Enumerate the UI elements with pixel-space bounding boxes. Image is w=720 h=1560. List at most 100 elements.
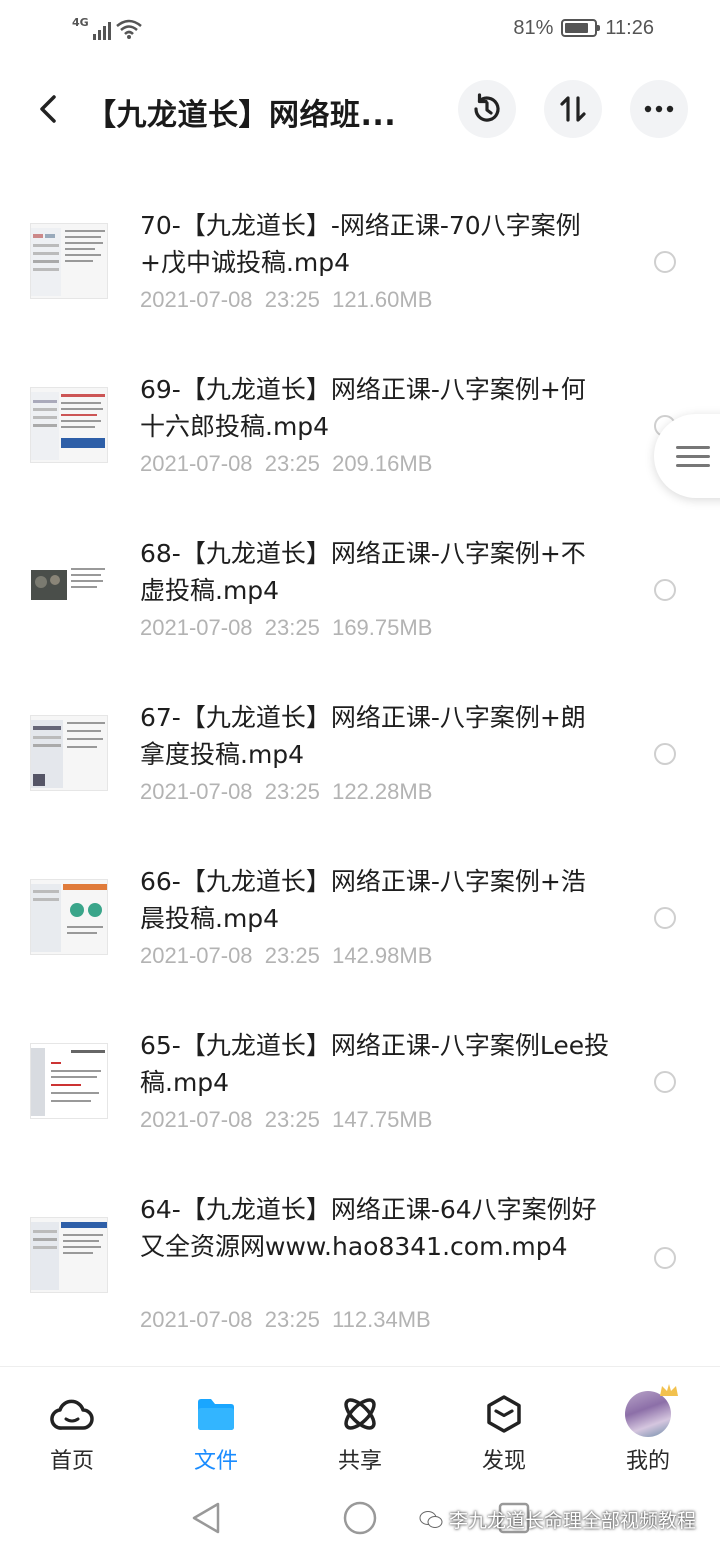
network-indicators: 4G (72, 14, 143, 40)
file-name: 66-【九龙道长】网络正课-八字案例+浩晨投稿.mp4 (140, 867, 586, 933)
history-button[interactable] (458, 80, 516, 138)
file-name: 69-【九龙道长】网络正课-八字案例+何十六郎投稿.mp4 (140, 375, 586, 441)
more-button[interactable] (630, 80, 688, 138)
file-item[interactable]: 64-【九龙道长】网络正课-64八字案例好又全资源网www.hao8341.co… (0, 1159, 720, 1359)
share-atom-icon (337, 1391, 383, 1437)
watermark: 李九龙道长命理全部视频教程 (419, 1506, 696, 1533)
file-date: 2021-07-08 (140, 451, 253, 476)
status-right: 81% 11:26 (513, 14, 654, 42)
video-thumbnail (30, 551, 108, 627)
select-radio[interactable] (654, 907, 676, 929)
file-meta: 2021-07-08 23:25 147.75MB (140, 1107, 432, 1133)
page-title: 【九龙道长】网络班... (86, 98, 397, 133)
status-bar: 4G 81% 11:26 (0, 0, 720, 56)
menu-icon (676, 440, 710, 473)
cloud-icon (49, 1391, 95, 1437)
file-meta: 2021-07-08 23:25 209.16MB (140, 451, 432, 477)
video-thumbnail (30, 1043, 108, 1119)
file-item[interactable]: 70-【九龙道长】-网络正课-70八字案例+戊中诚投稿.mp4 2021-07-… (0, 175, 720, 339)
wifi-icon (115, 19, 142, 39)
nav-discover[interactable]: 发现 (432, 1367, 576, 1478)
watermark-text: 李九龙道长命理全部视频教程 (448, 1510, 696, 1532)
file-date: 2021-07-08 (140, 1107, 253, 1132)
file-time: 23:25 (264, 287, 320, 312)
file-date: 2021-07-08 (140, 287, 253, 312)
file-size: 112.34MB (332, 1307, 431, 1332)
file-item[interactable]: 69-【九龙道长】网络正课-八字案例+何十六郎投稿.mp4 2021-07-08… (0, 339, 720, 503)
chevron-left-icon (40, 95, 56, 123)
nav-label: 我的 (625, 1449, 670, 1474)
file-name: 64-【九龙道长】网络正课-64八字案例好又全资源网www.hao8341.co… (140, 1195, 597, 1261)
nav-profile-icon (625, 1384, 678, 1437)
wechat-icon (419, 1510, 443, 1528)
file-size: 121.60MB (332, 287, 433, 312)
nav-share[interactable]: 共享 (288, 1367, 432, 1478)
system-nav-bar: 李九龙道长命理全部视频教程 (0, 1478, 720, 1560)
file-date: 2021-07-08 (140, 615, 253, 640)
back-button[interactable] (24, 84, 74, 134)
file-time: 23:25 (264, 1107, 320, 1132)
file-item[interactable]: 65-【九龙道长】网络正课-八字案例Lee投稿.mp4 2021-07-08 2… (0, 995, 720, 1159)
video-thumbnail (30, 879, 108, 955)
nav-label: 文件 (193, 1449, 238, 1474)
file-size: 147.75MB (332, 1107, 433, 1132)
file-name: 70-【九龙道长】-网络正课-70八字案例+戊中诚投稿.mp4 (140, 211, 581, 277)
file-name: 67-【九龙道长】网络正课-八字案例+朗拿度投稿.mp4 (140, 703, 586, 769)
file-meta: 2021-07-08 23:25 112.34MB (140, 1307, 431, 1333)
file-meta: 2021-07-08 23:25 142.98MB (140, 943, 432, 969)
file-size: 142.98MB (332, 943, 433, 968)
file-meta: 2021-07-08 23:25 169.75MB (140, 615, 432, 641)
sort-icon (560, 96, 586, 122)
file-time: 23:25 (264, 943, 320, 968)
file-time: 23:25 (264, 1307, 320, 1332)
file-time: 23:25 (264, 615, 320, 640)
system-home-icon[interactable] (340, 1498, 380, 1538)
signal-icon (92, 20, 111, 40)
file-meta: 2021-07-08 23:25 121.60MB (140, 287, 432, 313)
file-name: 68-【九龙道长】网络正课-八字案例+不虚投稿.mp4 (140, 539, 586, 605)
file-date: 2021-07-08 (140, 943, 253, 968)
discover-cube-icon (481, 1391, 527, 1437)
folder-icon (193, 1391, 239, 1437)
file-size: 169.75MB (332, 615, 433, 640)
select-radio[interactable] (654, 1247, 676, 1269)
select-radio[interactable] (654, 579, 676, 601)
network-type: 4G (72, 16, 89, 29)
battery-fill (565, 23, 589, 33)
nav-label: 发现 (481, 1449, 526, 1474)
select-radio[interactable] (654, 743, 676, 765)
file-date: 2021-07-08 (140, 1307, 253, 1332)
file-size: 209.16MB (332, 451, 433, 476)
sort-button[interactable] (544, 80, 602, 138)
file-item[interactable]: 66-【九龙道长】网络正课-八字案例+浩晨投稿.mp4 2021-07-08 2… (0, 831, 720, 995)
select-radio[interactable] (654, 1071, 676, 1093)
nav-label: 共享 (337, 1449, 382, 1474)
video-thumbnail (30, 223, 108, 299)
file-time: 23:25 (264, 451, 320, 476)
select-radio[interactable] (654, 251, 676, 273)
file-name: 65-【九龙道长】网络正课-八字案例Lee投稿.mp4 (140, 1031, 610, 1097)
battery-icon (561, 19, 601, 37)
file-date: 2021-07-08 (140, 779, 253, 804)
video-thumbnail (30, 715, 108, 791)
video-thumbnail (30, 387, 108, 463)
nav-home[interactable]: 首页 (0, 1367, 144, 1478)
crown-icon (660, 1384, 678, 1396)
file-item[interactable]: 68-【九龙道长】网络正课-八字案例+不虚投稿.mp4 2021-07-08 2… (0, 503, 720, 667)
file-item[interactable]: 67-【九龙道长】网络正课-八字案例+朗拿度投稿.mp4 2021-07-08 … (0, 667, 720, 831)
nav-files[interactable]: 文件 (144, 1367, 288, 1478)
file-meta: 2021-07-08 23:25 122.28MB (140, 779, 432, 805)
nav-profile[interactable]: 我的 (576, 1367, 720, 1478)
file-time: 23:25 (264, 779, 320, 804)
bottom-nav: 首页 文件 共享 发现 我的 (0, 1366, 720, 1478)
file-size: 122.28MB (332, 779, 433, 804)
history-icon (474, 93, 500, 122)
clock: 11:26 (605, 16, 654, 39)
file-list: 70-【九龙道长】-网络正课-70八字案例+戊中诚投稿.mp4 2021-07-… (0, 175, 720, 1359)
header: 【九龙道长】网络班... (0, 70, 720, 150)
battery-percent: 81% (513, 16, 554, 39)
avatar (625, 1384, 678, 1437)
more-horizontal-icon (644, 105, 674, 113)
nav-label: 首页 (49, 1449, 94, 1474)
system-back-icon[interactable] (186, 1498, 226, 1538)
